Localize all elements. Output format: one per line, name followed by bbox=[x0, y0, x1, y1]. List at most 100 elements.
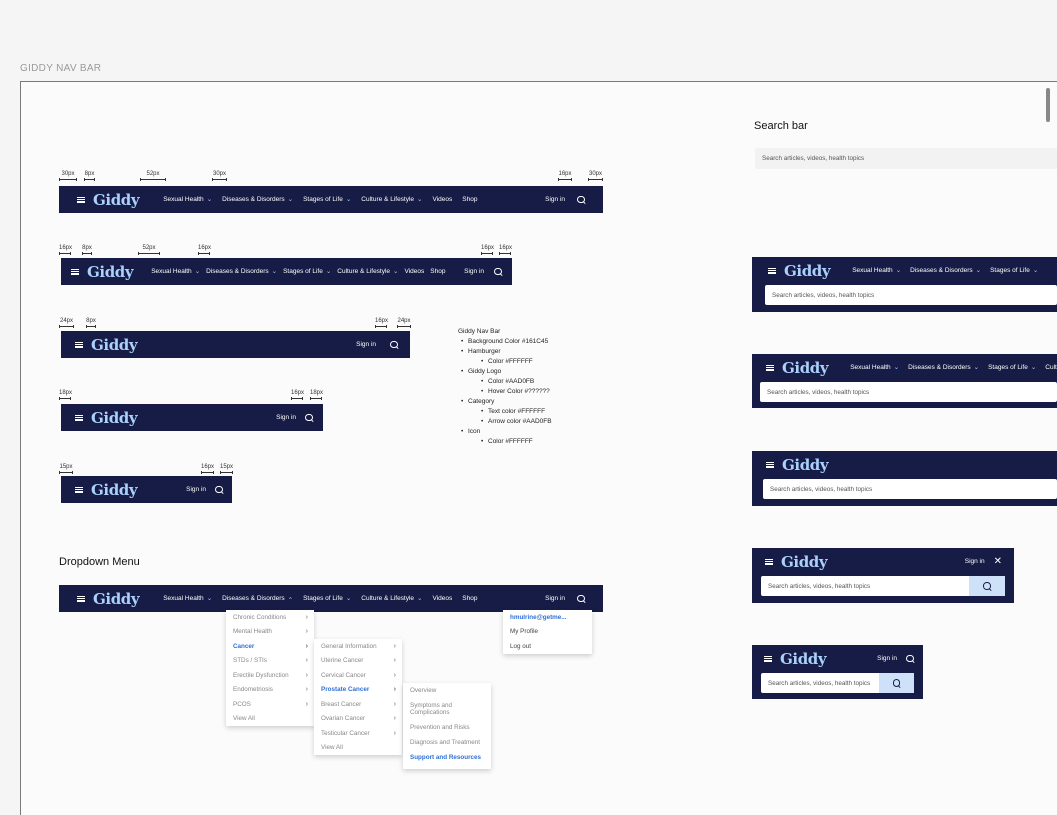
category-item[interactable]: Diseases & Disorders ⌄ bbox=[910, 267, 981, 275]
menu-item[interactable]: Diagnosis and Treatment bbox=[403, 735, 491, 750]
sign-in-link[interactable]: Sign in bbox=[464, 268, 484, 275]
search-input[interactable]: Search articles, videos, health topics bbox=[763, 479, 1057, 499]
category-item[interactable]: Sexual Health ⌄ bbox=[163, 595, 212, 603]
search-icon[interactable] bbox=[577, 195, 585, 204]
user-menu-item[interactable]: Log out bbox=[503, 639, 592, 654]
menu-item[interactable]: View All bbox=[226, 712, 314, 727]
category-item[interactable]: Diseases & Disorders ⌄ bbox=[206, 268, 277, 276]
menu-item[interactable]: Cancer › bbox=[226, 639, 314, 654]
hamburger-icon[interactable] bbox=[71, 268, 79, 275]
menu-item[interactable]: General Information › bbox=[314, 639, 402, 654]
category-item[interactable]: Videos bbox=[433, 595, 453, 602]
category-item[interactable]: Sexual Health ⌄ bbox=[151, 268, 200, 276]
menu-item[interactable]: Uterine Cancer › bbox=[314, 654, 402, 669]
hamburger-icon[interactable] bbox=[766, 364, 774, 371]
menu-item[interactable]: View All bbox=[314, 741, 402, 756]
category-item[interactable]: Sexual Health ⌄ bbox=[850, 364, 899, 372]
hamburger-icon[interactable] bbox=[765, 558, 773, 565]
chevron-down-icon: ⌄ bbox=[975, 266, 982, 274]
scrollbar[interactable] bbox=[1046, 88, 1050, 122]
menu-item[interactable]: STDs / STIs › bbox=[226, 654, 314, 669]
giddy-logo[interactable]: Giddy bbox=[93, 191, 140, 209]
sign-in-link[interactable]: Sign in bbox=[276, 414, 296, 421]
giddy-logo[interactable]: Giddy bbox=[781, 553, 828, 571]
search-icon[interactable] bbox=[892, 679, 901, 687]
menu-item[interactable]: Prevention and Risks bbox=[403, 720, 491, 735]
user-email[interactable]: hmulrine@getme... bbox=[503, 610, 592, 625]
category-item[interactable]: Diseases & Disorders ⌃ bbox=[222, 595, 293, 604]
category-item[interactable]: Sexual Health ⌄ bbox=[163, 196, 212, 204]
menu-item[interactable]: PCOS › bbox=[226, 697, 314, 712]
menu-item[interactable]: Cervical Cancer › bbox=[314, 668, 402, 683]
sign-in-link[interactable]: Sign in bbox=[877, 655, 897, 662]
search-icon[interactable] bbox=[215, 485, 223, 494]
giddy-logo[interactable]: Giddy bbox=[780, 650, 827, 668]
category-item[interactable]: Stages of Life ⌄ bbox=[303, 196, 351, 204]
giddy-logo[interactable]: Giddy bbox=[91, 409, 138, 427]
menu-item[interactable]: Overview bbox=[403, 683, 491, 698]
category-item[interactable]: Shop bbox=[430, 268, 445, 275]
category-item[interactable]: Diseases & Disorders ⌄ bbox=[908, 364, 979, 372]
category-item[interactable]: Culture & Lifestyle⌄ bbox=[1045, 364, 1057, 372]
hamburger-icon[interactable] bbox=[77, 595, 85, 602]
menu-item[interactable]: Ovarian Cancer › bbox=[314, 712, 402, 727]
user-menu-item[interactable]: My Profile bbox=[503, 625, 592, 640]
search-submit-button[interactable] bbox=[879, 673, 914, 693]
search-icon[interactable] bbox=[390, 340, 398, 349]
sign-in-link[interactable]: Sign in bbox=[545, 595, 565, 602]
sign-in-link[interactable]: Sign in bbox=[356, 341, 376, 348]
category-item[interactable]: Shop bbox=[462, 196, 477, 203]
search-icon[interactable] bbox=[577, 594, 585, 603]
hamburger-icon[interactable] bbox=[766, 461, 774, 468]
close-icon[interactable]: ✕ bbox=[994, 556, 1002, 567]
menu-item[interactable]: Breast Cancer › bbox=[314, 697, 402, 712]
hamburger-icon[interactable] bbox=[77, 196, 85, 203]
category-item[interactable]: Culture & Lifestyle⌄ bbox=[361, 196, 422, 204]
chevron-right-icon: › bbox=[305, 671, 308, 679]
giddy-logo[interactable]: Giddy bbox=[91, 336, 138, 354]
search-input[interactable]: Search articles, videos, health topics bbox=[755, 148, 1057, 169]
hamburger-icon[interactable] bbox=[75, 486, 83, 493]
search-input[interactable]: Search articles, videos, health topics bbox=[760, 382, 1057, 402]
search-icon[interactable] bbox=[494, 267, 502, 276]
menu-item[interactable]: Endometriosis › bbox=[226, 683, 314, 698]
sign-in-link[interactable]: Sign in bbox=[186, 486, 206, 493]
giddy-logo[interactable]: Giddy bbox=[784, 262, 831, 280]
search-icon[interactable] bbox=[983, 582, 991, 590]
menu-item[interactable]: Chronic Conditions › bbox=[226, 610, 314, 625]
search-submit-button[interactable] bbox=[969, 576, 1005, 596]
category-item[interactable]: Sexual Health ⌄ bbox=[852, 267, 901, 275]
sign-in-link[interactable]: Sign in bbox=[545, 196, 565, 203]
category-item[interactable]: Videos bbox=[433, 196, 453, 203]
category-item[interactable]: Stages of Life ⌄ bbox=[988, 364, 1036, 372]
category-item[interactable]: Stages of Life ⌄ bbox=[990, 267, 1038, 275]
menu-item[interactable]: Erectile Dysfunction › bbox=[226, 668, 314, 683]
search-input[interactable]: Search articles, videos, health topics bbox=[765, 285, 1057, 305]
category-item[interactable]: Stages of Life ⌄ bbox=[283, 268, 331, 276]
hamburger-icon[interactable] bbox=[75, 414, 83, 421]
search-bar-mobile-lg: Giddy Sign in ✕ Search articles, videos, he… bbox=[752, 548, 1014, 603]
sign-in-link[interactable]: Sign in bbox=[965, 558, 985, 565]
menu-item[interactable]: Symptoms and Complications bbox=[403, 698, 491, 720]
giddy-logo[interactable]: Giddy bbox=[782, 456, 829, 474]
menu-item[interactable]: Prostate Cancer › bbox=[314, 683, 402, 698]
search-icon[interactable] bbox=[305, 413, 313, 422]
menu-item[interactable]: Testicular Cancer › bbox=[314, 726, 402, 741]
giddy-logo[interactable]: Giddy bbox=[87, 263, 134, 281]
category-item[interactable]: Shop bbox=[462, 595, 477, 602]
giddy-logo[interactable]: Giddy bbox=[91, 481, 138, 499]
hamburger-icon[interactable] bbox=[764, 655, 772, 662]
menu-item-label: My Profile bbox=[510, 628, 538, 636]
category-item[interactable]: Diseases & Disorders ⌄ bbox=[222, 196, 293, 204]
search-icon[interactable] bbox=[906, 654, 914, 663]
menu-item[interactable]: Support and Resources bbox=[403, 750, 491, 765]
giddy-logo[interactable]: Giddy bbox=[93, 590, 140, 608]
giddy-logo[interactable]: Giddy bbox=[782, 359, 829, 377]
menu-item[interactable]: Mental Health › bbox=[226, 625, 314, 640]
category-item[interactable]: Culture & Lifestyle⌄ bbox=[337, 268, 398, 276]
category-item[interactable]: Videos bbox=[405, 268, 425, 275]
hamburger-icon[interactable] bbox=[768, 267, 776, 274]
category-item[interactable]: Culture & Lifestyle⌄ bbox=[361, 595, 422, 603]
hamburger-icon[interactable] bbox=[75, 341, 83, 348]
category-item[interactable]: Stages of Life ⌄ bbox=[303, 595, 351, 603]
